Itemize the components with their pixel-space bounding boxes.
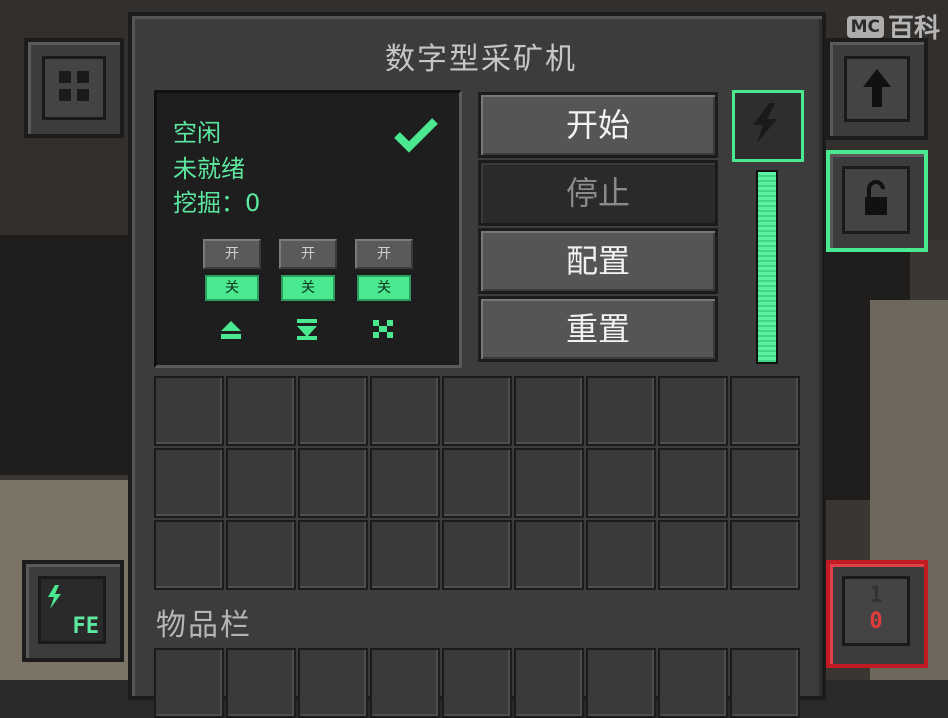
buffer-slot[interactable] <box>298 520 368 590</box>
buffer-slot[interactable] <box>442 520 512 590</box>
inventory-slot[interactable] <box>370 648 440 718</box>
inventory-slot[interactable] <box>514 648 584 718</box>
redstone-high-label: 1 <box>869 583 883 608</box>
pull-off-button[interactable]: 关 <box>279 273 337 303</box>
buffer-slot[interactable] <box>658 376 728 446</box>
energy-slot[interactable] <box>732 90 804 162</box>
padlock-open-icon <box>865 180 887 215</box>
buffer-slot[interactable] <box>658 448 728 518</box>
start-button[interactable]: 开始 <box>478 92 718 158</box>
security-tab[interactable] <box>826 150 928 252</box>
buffer-slot[interactable] <box>226 376 296 446</box>
silk-touch-on-button[interactable]: 开 <box>355 239 413 269</box>
miner-buffer-grid <box>154 376 800 590</box>
watermark-mc: MC <box>846 15 884 38</box>
energy-gauge-fill <box>758 172 776 362</box>
upgrade-tab[interactable] <box>826 38 928 140</box>
buffer-slot[interactable] <box>370 520 440 590</box>
buffer-slot[interactable] <box>730 448 800 518</box>
buffer-slot[interactable] <box>370 376 440 446</box>
status-idle: 空闲 <box>173 119 221 147</box>
buffer-slot[interactable] <box>298 448 368 518</box>
buffer-slot[interactable] <box>730 520 800 590</box>
buffer-slot[interactable] <box>586 376 656 446</box>
inventory-slot[interactable] <box>730 648 800 718</box>
buffer-slot[interactable] <box>658 520 728 590</box>
lightning-icon <box>753 103 777 143</box>
buffer-slot[interactable] <box>370 448 440 518</box>
status-mined-count: 挖掘：0 <box>173 189 261 217</box>
status-not-ready: 未就绪 <box>173 155 245 183</box>
energy-unit-tab[interactable]: FE <box>22 560 124 662</box>
buffer-slot[interactable] <box>154 448 224 518</box>
digital-miner-window: 数字型采矿机 空闲 未就绪 挖掘：0 开 关 开 关 开 关 开始 停止 配置 … <box>128 12 826 718</box>
buffer-slot[interactable] <box>298 376 368 446</box>
eject-icon <box>221 321 241 339</box>
buffer-slot[interactable] <box>442 376 512 446</box>
buffer-slot[interactable] <box>730 376 800 446</box>
energy-bolt-icon <box>48 585 61 609</box>
stop-button[interactable]: 停止 <box>478 160 718 226</box>
buffer-slot[interactable] <box>586 520 656 590</box>
redstone-control-tab[interactable]: 1 0 <box>826 560 928 668</box>
redstone-low-label: 0 <box>869 609 883 634</box>
energy-gauge <box>756 170 778 364</box>
buffer-slot[interactable] <box>226 520 296 590</box>
menu-tab[interactable] <box>24 38 124 138</box>
buffer-slot[interactable] <box>154 376 224 446</box>
status-panel: 空闲 未就绪 挖掘：0 开 关 开 关 开 关 <box>154 90 462 368</box>
buffer-slot[interactable] <box>514 376 584 446</box>
pull-on-button[interactable]: 开 <box>279 239 337 269</box>
inventory-slot[interactable] <box>586 648 656 718</box>
inventory-slot[interactable] <box>442 648 512 718</box>
grid-icon <box>59 71 89 101</box>
input-icon <box>297 319 317 340</box>
checkmark-icon <box>394 118 438 153</box>
energy-unit-label: FE <box>72 614 100 639</box>
buffer-slot[interactable] <box>226 448 296 518</box>
silk-touch-icon <box>373 320 393 338</box>
eject-off-button[interactable]: 关 <box>203 273 261 303</box>
buffer-slot[interactable] <box>514 520 584 590</box>
silk-touch-off-button[interactable]: 关 <box>355 273 413 303</box>
inventory-slot[interactable] <box>298 648 368 718</box>
buffer-slot[interactable] <box>586 448 656 518</box>
config-button[interactable]: 配置 <box>478 228 718 294</box>
buffer-slot[interactable] <box>514 448 584 518</box>
eject-on-button[interactable]: 开 <box>203 239 261 269</box>
player-inventory-grid <box>154 648 800 718</box>
window-title: 数字型采矿机 <box>385 42 577 77</box>
buffer-slot[interactable] <box>154 520 224 590</box>
inventory-slot[interactable] <box>226 648 296 718</box>
buffer-slot[interactable] <box>442 448 512 518</box>
reset-button[interactable]: 重置 <box>478 296 718 362</box>
inventory-label: 物品栏 <box>156 608 252 643</box>
inventory-slot[interactable] <box>154 648 224 718</box>
inventory-slot[interactable] <box>658 648 728 718</box>
up-arrow-icon <box>863 69 891 107</box>
